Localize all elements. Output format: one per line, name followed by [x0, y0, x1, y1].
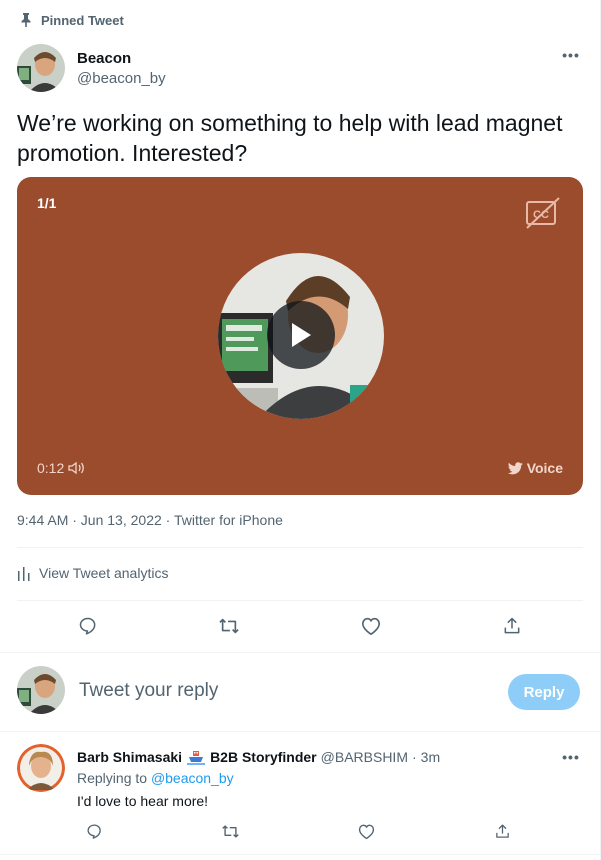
pin-icon — [21, 13, 31, 27]
replying-prefix: Replying to — [77, 770, 148, 786]
voice-tweet-media[interactable]: 1/1 CC 0:12 — [17, 177, 583, 495]
reply-composer — [17, 666, 65, 714]
analytics-label[interactable]: View Tweet analytics — [39, 565, 168, 581]
retweet-icon[interactable] — [213, 814, 247, 848]
play-button[interactable] — [267, 301, 335, 369]
reply-icon[interactable] — [71, 609, 105, 643]
reply-button[interactable]: Reply — [508, 674, 580, 710]
reply-text: I'd love to hear more! — [77, 793, 209, 809]
tweet-timestamp[interactable]: 9:44 AM · Jun 13, 2022 · Twitter for iPh… — [17, 512, 283, 528]
reply-more-options-icon[interactable]: ••• — [562, 750, 580, 764]
like-icon[interactable] — [354, 609, 388, 643]
share-icon[interactable] — [495, 609, 529, 643]
divider — [17, 547, 583, 548]
author-block[interactable]: Beacon @beacon_by — [17, 44, 166, 92]
media-duration: 0:12 — [37, 460, 86, 476]
divider — [0, 652, 600, 653]
pinned-text: Pinned Tweet — [41, 12, 124, 28]
twitter-bird-icon — [507, 461, 523, 474]
composer-avatar[interactable] — [17, 666, 65, 714]
duration-text: 0:12 — [37, 460, 65, 476]
analytics-icon — [18, 567, 30, 581]
voice-label: Voice — [507, 460, 563, 476]
separator-dot: · — [411, 749, 417, 765]
share-icon[interactable] — [486, 814, 520, 848]
reply-icon[interactable] — [77, 814, 111, 848]
more-options-icon[interactable]: ••• — [562, 48, 580, 64]
replying-to: Replying to @beacon_by — [77, 770, 234, 786]
reply-input[interactable]: Tweet your reply — [79, 680, 218, 702]
divider — [0, 854, 600, 855]
tweet-detail-page: Pinned Tweet Beacon @beacon_by ••• We’re… — [0, 0, 601, 860]
ship-emoji-icon — [187, 751, 206, 765]
reply-header: Barb Shimasaki B2B Storyfinder @BARBSHIM… — [77, 748, 440, 766]
divider — [17, 600, 583, 601]
retweet-icon[interactable] — [212, 609, 246, 643]
like-icon[interactable] — [350, 814, 384, 848]
avatar[interactable] — [17, 744, 65, 792]
divider — [0, 731, 600, 732]
replying-to-link[interactable]: @beacon_by — [151, 770, 234, 786]
play-icon — [292, 323, 311, 347]
tweet-actions — [17, 608, 583, 644]
view-tweet-analytics[interactable]: View Tweet analytics — [17, 565, 168, 581]
voice-label-text: Voice — [526, 460, 563, 476]
speaker-icon[interactable] — [68, 461, 86, 475]
reply-actions — [77, 818, 520, 844]
reply-time[interactable]: 3m — [421, 749, 440, 765]
captions-off-icon[interactable]: CC — [525, 196, 561, 230]
reply-author-handle[interactable]: @BARBSHIM — [321, 749, 408, 765]
avatar[interactable] — [17, 44, 65, 92]
author-name[interactable]: Beacon — [77, 50, 166, 68]
author-handle[interactable]: @beacon_by — [77, 69, 166, 89]
reply-author-name-suffix[interactable]: B2B Storyfinder — [210, 749, 317, 765]
tweet-text: We’re working on something to help with … — [17, 110, 563, 166]
reply-author-name[interactable]: Barb Shimasaki — [77, 749, 182, 765]
pinned-tweet-label: Pinned Tweet — [20, 12, 124, 28]
reply-author-avatar-wrap — [17, 744, 65, 792]
media-counter: 1/1 — [37, 195, 57, 211]
